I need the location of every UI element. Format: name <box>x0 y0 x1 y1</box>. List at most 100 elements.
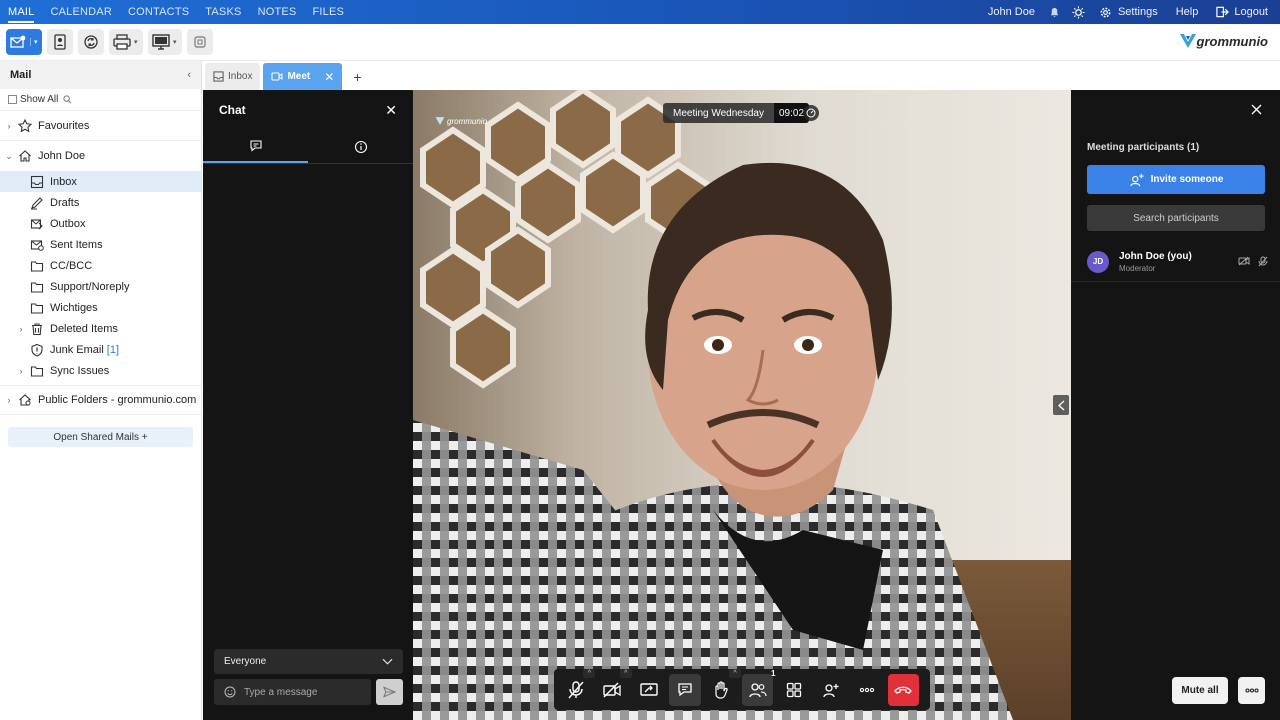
help-link[interactable]: Help <box>1176 6 1199 18</box>
add-tab-button[interactable]: + <box>345 63 369 90</box>
nav-calendar[interactable]: CALENDAR <box>42 0 120 24</box>
search-participants-input[interactable]: Search participants <box>1087 205 1265 231</box>
tab-inbox-label: Inbox <box>228 71 253 82</box>
sidebar-folder-support-noreply[interactable]: Support/Noreply <box>0 276 201 297</box>
sent-icon <box>29 237 45 253</box>
nav-tasks[interactable]: TASKS <box>197 0 249 24</box>
sidebar-folder-outbox[interactable]: Outbox <box>0 213 201 234</box>
tab-chat-messages[interactable] <box>203 130 308 163</box>
grommunio-watermark-icon <box>435 117 445 125</box>
sidebar-folder-sync-issues[interactable]: › Sync Issues <box>0 360 201 381</box>
search-icon[interactable] <box>63 95 72 104</box>
mic-options-icon[interactable]: ^ <box>583 668 596 678</box>
tile-view-button[interactable] <box>778 674 809 706</box>
mute-all-button[interactable]: Mute all <box>1172 677 1228 704</box>
popout-button[interactable] <box>187 29 213 55</box>
sidebar-folder-deleted-items[interactable]: › Deleted Items <box>0 318 201 339</box>
theme-sun-icon[interactable] <box>1072 5 1085 19</box>
participants-more-button[interactable] <box>1238 677 1265 704</box>
participants-toggle-button[interactable]: 1 <box>742 669 775 706</box>
close-chat-icon[interactable]: ✕ <box>385 102 397 119</box>
chevron-down-icon[interactable]: ▾ <box>134 38 138 46</box>
participant-row[interactable]: JD John Doe (you) Moderator <box>1071 242 1280 282</box>
sidebar-folder-junk-email[interactable]: Junk Email [1] <box>0 339 201 360</box>
home-icon <box>17 148 33 164</box>
toggle-filmstrip-button[interactable] <box>1053 395 1069 415</box>
add-user-icon <box>822 683 839 697</box>
gauge-icon[interactable] <box>803 105 819 121</box>
tab-inbox[interactable]: Inbox <box>205 63 261 90</box>
chevron-right-icon[interactable]: › <box>4 121 14 131</box>
chat-message-input[interactable]: Type a message <box>214 679 371 705</box>
open-shared-mails-button[interactable]: Open Shared Mails + <box>8 427 193 447</box>
folder-label: Drafts <box>50 196 80 209</box>
chevron-down-icon[interactable]: ⌄ <box>4 151 14 162</box>
microphone-button[interactable]: ^ <box>560 668 596 706</box>
sidebar-item-account[interactable]: ⌄ John Doe <box>0 141 201 171</box>
tab-chat-info[interactable] <box>308 130 413 163</box>
display-button[interactable]: ▾ <box>148 29 182 55</box>
toolbar: ▾ ▾ ▾ grommunio <box>0 24 1280 61</box>
chevron-right-icon[interactable]: › <box>4 395 14 405</box>
sidebar-item-favourites[interactable]: › Favourites <box>0 111 201 141</box>
invite-button[interactable] <box>815 674 846 706</box>
emoji-icon[interactable] <box>224 686 236 698</box>
close-tab-icon[interactable]: ✕ <box>324 70 334 84</box>
screen-share-icon <box>639 682 658 696</box>
refresh-button[interactable] <box>78 29 104 55</box>
show-all-checkbox[interactable] <box>8 95 17 104</box>
junk-icon <box>29 342 45 358</box>
mic-off-icon <box>568 680 584 698</box>
share-screen-button[interactable] <box>633 674 664 706</box>
chevron-down-icon[interactable]: ▾ <box>30 38 38 46</box>
sidebar-folder-cc-bcc[interactable]: CC/BCC <box>0 255 201 276</box>
settings-link[interactable]: Settings <box>1099 6 1158 19</box>
chevron-right-icon[interactable]: › <box>16 324 26 334</box>
bell-icon[interactable] <box>1049 7 1060 18</box>
camera-button[interactable]: ^ <box>596 668 632 706</box>
sidebar-folder-drafts[interactable]: Drafts <box>0 192 201 213</box>
connection-stats-button[interactable] <box>803 103 819 123</box>
star-icon <box>17 118 33 134</box>
new-mail-icon <box>10 35 26 48</box>
chat-header: Chat ✕ <box>203 90 413 130</box>
chat-toggle-button[interactable] <box>669 673 701 706</box>
close-participants-icon[interactable] <box>1251 104 1262 115</box>
show-all-label: Show All <box>20 94 59 105</box>
chevron-right-icon[interactable]: › <box>16 366 26 376</box>
invite-someone-button[interactable]: Invite someone <box>1087 165 1265 194</box>
nav-notes[interactable]: NOTES <box>250 0 305 24</box>
collapse-sidebar-icon[interactable]: ‹ <box>187 69 191 81</box>
tab-meet[interactable]: Meet ✕ <box>263 63 343 90</box>
new-mail-button[interactable]: ▾ <box>6 29 42 55</box>
folder-label: Junk Email <box>50 343 104 356</box>
chat-recipient-select[interactable]: Everyone <box>214 649 403 674</box>
sidebar-folder-wichtiges[interactable]: Wichtiges <box>0 297 201 318</box>
folder-icon <box>29 300 45 316</box>
user-name[interactable]: John Doe <box>988 6 1035 18</box>
send-message-button[interactable] <box>376 679 403 705</box>
sidebar-item-public-folders[interactable]: › Public Folders - grommunio.com <box>0 385 201 415</box>
reactions-options-icon[interactable]: ^ <box>729 668 742 678</box>
nav-contacts[interactable]: CONTACTS <box>120 0 197 24</box>
address-book-button[interactable] <box>47 29 73 55</box>
raise-hand-button[interactable]: ^ <box>706 668 742 706</box>
hand-icon <box>715 680 728 699</box>
camera-options-icon[interactable]: ^ <box>619 668 632 678</box>
sidebar-title: Mail <box>10 69 32 81</box>
logout-link[interactable]: Logout <box>1216 6 1268 18</box>
chevron-down-icon[interactable]: ▾ <box>173 38 177 46</box>
refresh-icon <box>84 35 98 49</box>
sidebar-folder-inbox[interactable]: Inbox <box>0 171 201 192</box>
tab-bar: Inbox Meet ✕ + <box>202 61 1280 90</box>
folder-label: Outbox <box>50 217 86 230</box>
leave-meeting-button[interactable] <box>887 673 920 706</box>
sidebar-folder-sent-items[interactable]: Sent Items <box>0 234 201 255</box>
print-button[interactable]: ▾ <box>109 29 143 55</box>
more-actions-button[interactable] <box>851 674 882 706</box>
nav-mail[interactable]: MAIL <box>0 0 42 24</box>
logout-label: Logout <box>1234 6 1268 18</box>
nav-files[interactable]: FILES <box>304 0 352 24</box>
show-all-toggle[interactable]: Show All <box>0 89 201 111</box>
settings-label: Settings <box>1117 6 1158 18</box>
